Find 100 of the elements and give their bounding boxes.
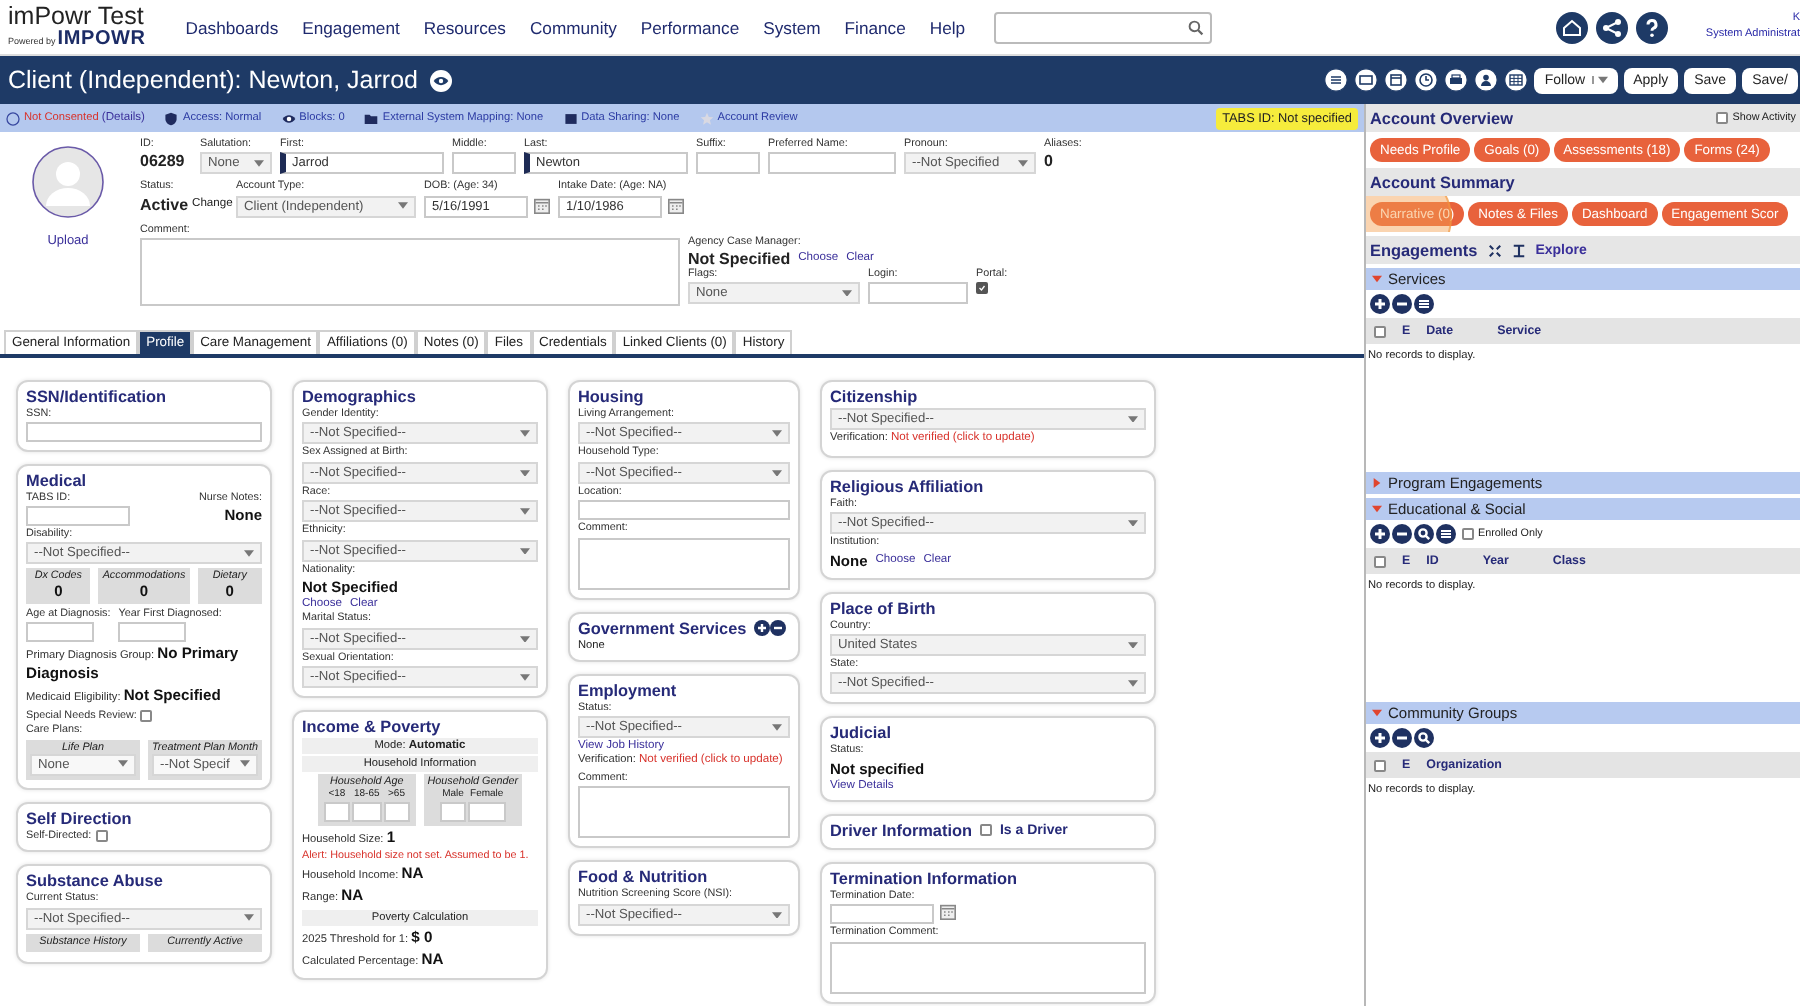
card-title: Demographics [302, 388, 416, 406]
menu-item[interactable]: System [763, 17, 821, 37]
search-icon[interactable] [1414, 728, 1434, 748]
table-icon[interactable] [1504, 68, 1529, 92]
star-icon [699, 111, 714, 125]
remove-icon[interactable] [1392, 294, 1412, 314]
window-icon[interactable] [1384, 68, 1409, 92]
card-title: SSN/Identification [26, 388, 167, 406]
card-title: Religious Affiliation [830, 477, 984, 496]
caret-icon [520, 635, 530, 643]
card-title: Citizenship [830, 388, 918, 406]
menu-item[interactable]: Dashboards [185, 17, 279, 37]
card-title: Substance Abuse [26, 872, 163, 891]
search-field[interactable] [993, 11, 1212, 43]
status-value: Active [140, 195, 189, 214]
caret-icon [244, 914, 254, 922]
id-card-icon[interactable] [1354, 68, 1379, 92]
list-icon[interactable] [1414, 294, 1434, 314]
remove-icon[interactable] [1392, 728, 1412, 748]
share-icon[interactable] [1596, 11, 1628, 43]
printer-icon[interactable] [1444, 68, 1469, 92]
help-icon[interactable] [1636, 11, 1668, 43]
input-field[interactable] [578, 500, 790, 521]
caret-icon [1128, 519, 1138, 527]
menu-item[interactable]: Performance [640, 17, 740, 37]
section-title: Engagements [1370, 241, 1478, 259]
menu-item[interactable]: Help [929, 17, 966, 37]
section-title: Account Overview [1370, 109, 1513, 127]
list-icon[interactable] [1436, 524, 1456, 544]
calendar-icon [534, 198, 550, 215]
checkbox[interactable] [979, 824, 992, 837]
checkbox[interactable] [95, 829, 108, 842]
calendar-icon [668, 198, 684, 215]
caret-icon [772, 911, 782, 919]
card-title: Medical [26, 472, 87, 491]
calendar-icon [940, 904, 956, 921]
input-field[interactable] [768, 152, 896, 175]
menu-item[interactable]: Engagement [302, 17, 400, 37]
list-icon[interactable] [1324, 68, 1349, 92]
input-field[interactable] [323, 801, 350, 822]
caret-icon [1591, 76, 1608, 84]
avatar-icon[interactable] [32, 146, 104, 218]
add-icon[interactable] [1370, 728, 1390, 748]
comment-field[interactable] [140, 237, 680, 306]
eye-icon[interactable] [429, 69, 452, 91]
caret-icon [1128, 680, 1138, 688]
checkbox[interactable] [140, 709, 153, 722]
checkbox[interactable] [1374, 555, 1386, 567]
input-field[interactable] [868, 282, 968, 305]
card-title: Government Services [578, 619, 747, 638]
id-value: 06289 [140, 152, 187, 171]
add-icon[interactable] [754, 620, 771, 637]
search-icon [1187, 19, 1204, 35]
menu-item[interactable]: Resources [423, 17, 506, 37]
input-field[interactable] [118, 621, 187, 642]
case-manager-value: Not Specified [688, 249, 791, 268]
logo: IMPOWR [57, 29, 146, 50]
menu-item[interactable]: Community [529, 17, 617, 37]
input-field[interactable] [696, 152, 760, 175]
home-icon[interactable] [1556, 11, 1588, 43]
input-field[interactable] [383, 801, 410, 822]
app-title: imPowr Test [8, 4, 144, 30]
input-field[interactable] [26, 621, 94, 642]
input-field[interactable] [26, 422, 262, 443]
collapse-icon[interactable] [1511, 243, 1526, 257]
remove-icon[interactable] [770, 620, 787, 637]
input-field[interactable] [26, 505, 130, 526]
caret-icon [118, 760, 128, 768]
input-field[interactable] [351, 801, 382, 822]
caret-icon [520, 469, 530, 477]
person-icon[interactable] [1474, 68, 1499, 92]
menu-item[interactable]: Finance [844, 17, 906, 37]
card-title: Food & Nutrition [578, 868, 708, 887]
search-icon[interactable] [1414, 524, 1434, 544]
card-title: Self Direction [26, 809, 132, 828]
add-icon[interactable] [1370, 294, 1390, 314]
checkbox[interactable] [1716, 112, 1729, 124]
caret-icon [244, 550, 254, 558]
input-field[interactable] [468, 801, 506, 822]
remove-icon[interactable] [1392, 524, 1412, 544]
clock-icon[interactable] [1414, 68, 1439, 92]
expand-icon[interactable] [1487, 243, 1502, 257]
checkbox[interactable] [1462, 528, 1474, 540]
input-field[interactable] [452, 152, 516, 175]
book-icon [563, 111, 578, 125]
input-field[interactable] [440, 801, 467, 822]
circle-icon [6, 111, 20, 125]
checkbox[interactable] [976, 282, 988, 295]
section-title: Account Summary [1370, 173, 1515, 191]
caret-icon [520, 547, 530, 555]
card-title: Judicial [830, 724, 891, 743]
card-title: Driver Information [830, 821, 972, 840]
shield-icon [164, 111, 179, 125]
caret-icon [398, 202, 408, 210]
add-icon[interactable] [1370, 524, 1390, 544]
caret-icon [520, 508, 530, 516]
card-title: Housing [578, 388, 644, 406]
checkbox[interactable] [1374, 759, 1386, 771]
checkbox[interactable] [1374, 325, 1386, 337]
input-field[interactable] [830, 904, 934, 925]
